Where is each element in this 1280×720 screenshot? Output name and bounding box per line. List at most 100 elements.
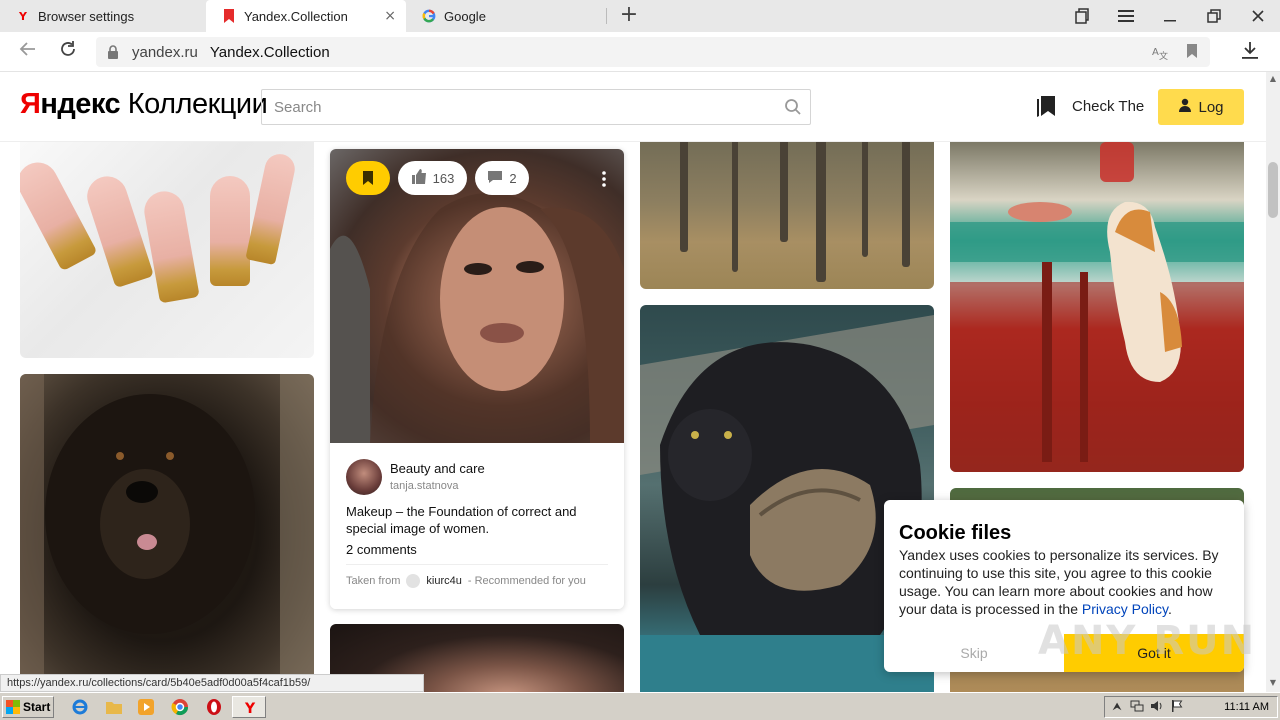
site-header: Яндекс Коллекции Check The Log (0, 72, 1266, 142)
logo-brand: ндекс (40, 88, 121, 120)
logo-letter: Я (20, 88, 41, 120)
start-button[interactable]: Start (2, 696, 54, 718)
scroll-up-icon[interactable]: ▲ (1266, 72, 1280, 86)
login-button[interactable]: Log (1158, 89, 1244, 125)
close-window-icon[interactable] (1236, 0, 1280, 32)
tab-yandex-collection[interactable]: Yandex.Collection × (206, 0, 406, 32)
save-to-collection-button[interactable] (346, 161, 390, 195)
collections-icon[interactable] (1060, 0, 1104, 32)
minimize-icon[interactable] (1148, 0, 1192, 32)
yandex-collections-logo[interactable]: Яндекс Коллекции (20, 88, 268, 121)
taskbar: Start Y ⮝ 11:11 AM (0, 692, 1280, 720)
card-image-dog (20, 374, 314, 692)
check-the-link[interactable]: Check The (1072, 98, 1144, 115)
bookmark-icon[interactable] (1184, 44, 1200, 60)
yandex-browser-icon: Y (241, 699, 259, 717)
card-image-cat-table (950, 142, 1244, 472)
chrome-icon[interactable] (170, 697, 190, 717)
comment-icon (487, 170, 503, 187)
flag-icon[interactable] (1169, 699, 1185, 715)
translate-icon[interactable]: A文 (1152, 44, 1168, 62)
comment-count: 2 (509, 170, 517, 186)
author-name[interactable]: tanja.statnova (390, 480, 459, 492)
cookie-period: . (1167, 601, 1172, 617)
source-user-link[interactable]: kiurc4u (426, 575, 461, 587)
card-description: Makeup – the Foundation of correct and s… (346, 504, 577, 536)
card-nails[interactable] (20, 142, 314, 358)
scrollbar-thumb[interactable] (1268, 162, 1278, 218)
tab-label: Yandex.Collection (244, 8, 348, 24)
tab-separator (606, 8, 607, 24)
svg-text:A: A (1152, 47, 1159, 58)
url-page-title: Yandex.Collection (209, 43, 330, 61)
divider (346, 564, 608, 565)
svg-text:Y: Y (244, 701, 256, 716)
media-player-icon[interactable] (136, 697, 156, 717)
cookie-skip-button[interactable]: Skip (884, 634, 1064, 672)
internet-explorer-icon[interactable] (70, 697, 90, 717)
more-options-icon[interactable] (602, 171, 606, 187)
clock: 11:11 AM (1224, 701, 1269, 713)
svg-text:文: 文 (1159, 50, 1168, 60)
card-dog[interactable] (20, 374, 314, 692)
logo-service: Коллекции (120, 88, 268, 120)
like-count: 163 (432, 170, 455, 186)
close-tab-icon[interactable]: × (384, 8, 396, 24)
reload-icon[interactable] (56, 40, 80, 64)
source-avatar (406, 574, 421, 588)
recommendation-note: - Recommended for you (467, 575, 586, 587)
download-icon[interactable] (1240, 40, 1264, 64)
volume-icon[interactable] (1149, 699, 1165, 715)
comments-link[interactable]: 2 comments (346, 542, 417, 557)
thumbs-up-icon (411, 169, 427, 187)
browser-tab-bar: Y Browser settings Yandex.Collection × G… (0, 0, 1280, 32)
address-bar: yandex.ru Yandex.Collection A文 (0, 32, 1280, 72)
url-domain: yandex.ru (132, 43, 198, 61)
search-icon[interactable] (784, 98, 802, 116)
search-box (261, 89, 811, 125)
cookie-title: Cookie files (899, 522, 1012, 544)
card-cat-table[interactable] (950, 142, 1244, 472)
card-featured-makeup[interactable]: 163 2 Beauty and care tanja.statnova Mak… (330, 149, 624, 609)
tab-google[interactable]: Google (406, 0, 606, 32)
board-title[interactable]: Beauty and care (390, 461, 485, 476)
lock-icon (106, 45, 120, 59)
tab-label: Google (444, 8, 486, 24)
card-image-nails (20, 142, 314, 358)
back-arrow-icon[interactable] (16, 40, 40, 64)
windows-logo-icon (6, 700, 20, 714)
tab-label: Browser settings (38, 8, 135, 24)
card-details: Beauty and care tanja.statnova Makeup – … (330, 443, 624, 609)
menu-icon[interactable] (1104, 0, 1148, 32)
card-forest[interactable] (640, 142, 934, 289)
collections-bookmark-icon[interactable] (1036, 96, 1056, 118)
page-scrollbar[interactable]: ▲ ▼ (1266, 72, 1280, 692)
network-icon[interactable] (1129, 699, 1145, 715)
start-label: Start (23, 700, 51, 714)
source-prefix: Taken from (346, 575, 401, 587)
restore-icon[interactable] (1192, 0, 1236, 32)
opera-icon[interactable] (204, 697, 224, 717)
new-tab-button[interactable]: + (618, 4, 640, 26)
tab-browser-settings[interactable]: Y Browser settings (0, 0, 204, 32)
card-source: Taken from kiurc4u - Recommended for you (346, 574, 586, 588)
avatar[interactable] (346, 459, 382, 495)
like-button[interactable]: 163 (398, 161, 467, 195)
tray-expand-icon[interactable]: ⮝ (1109, 699, 1125, 715)
search-input[interactable] (262, 90, 762, 124)
google-g-icon (422, 9, 436, 23)
taskbar-yandex-browser[interactable]: Y (232, 696, 266, 718)
status-url: https://yandex.ru/collections/card/5b40e… (0, 674, 424, 692)
cookie-text: Yandex uses cookies to personalize its s… (899, 546, 1231, 618)
card-image-portrait: 163 2 (330, 149, 624, 443)
comments-button[interactable]: 2 (475, 161, 529, 195)
login-label: Log (1198, 98, 1224, 116)
system-tray: ⮝ 11:11 AM (1104, 696, 1278, 718)
url-field[interactable]: yandex.ru Yandex.Collection A文 (96, 37, 1210, 67)
anyrun-watermark: ANY RUN (1038, 618, 1257, 664)
privacy-policy-link[interactable]: Privacy Policy (1082, 601, 1168, 617)
user-icon (1178, 98, 1192, 116)
scroll-down-icon[interactable]: ▼ (1266, 676, 1280, 690)
yandex-y-icon: Y (19, 9, 27, 23)
file-explorer-icon[interactable] (104, 697, 124, 717)
